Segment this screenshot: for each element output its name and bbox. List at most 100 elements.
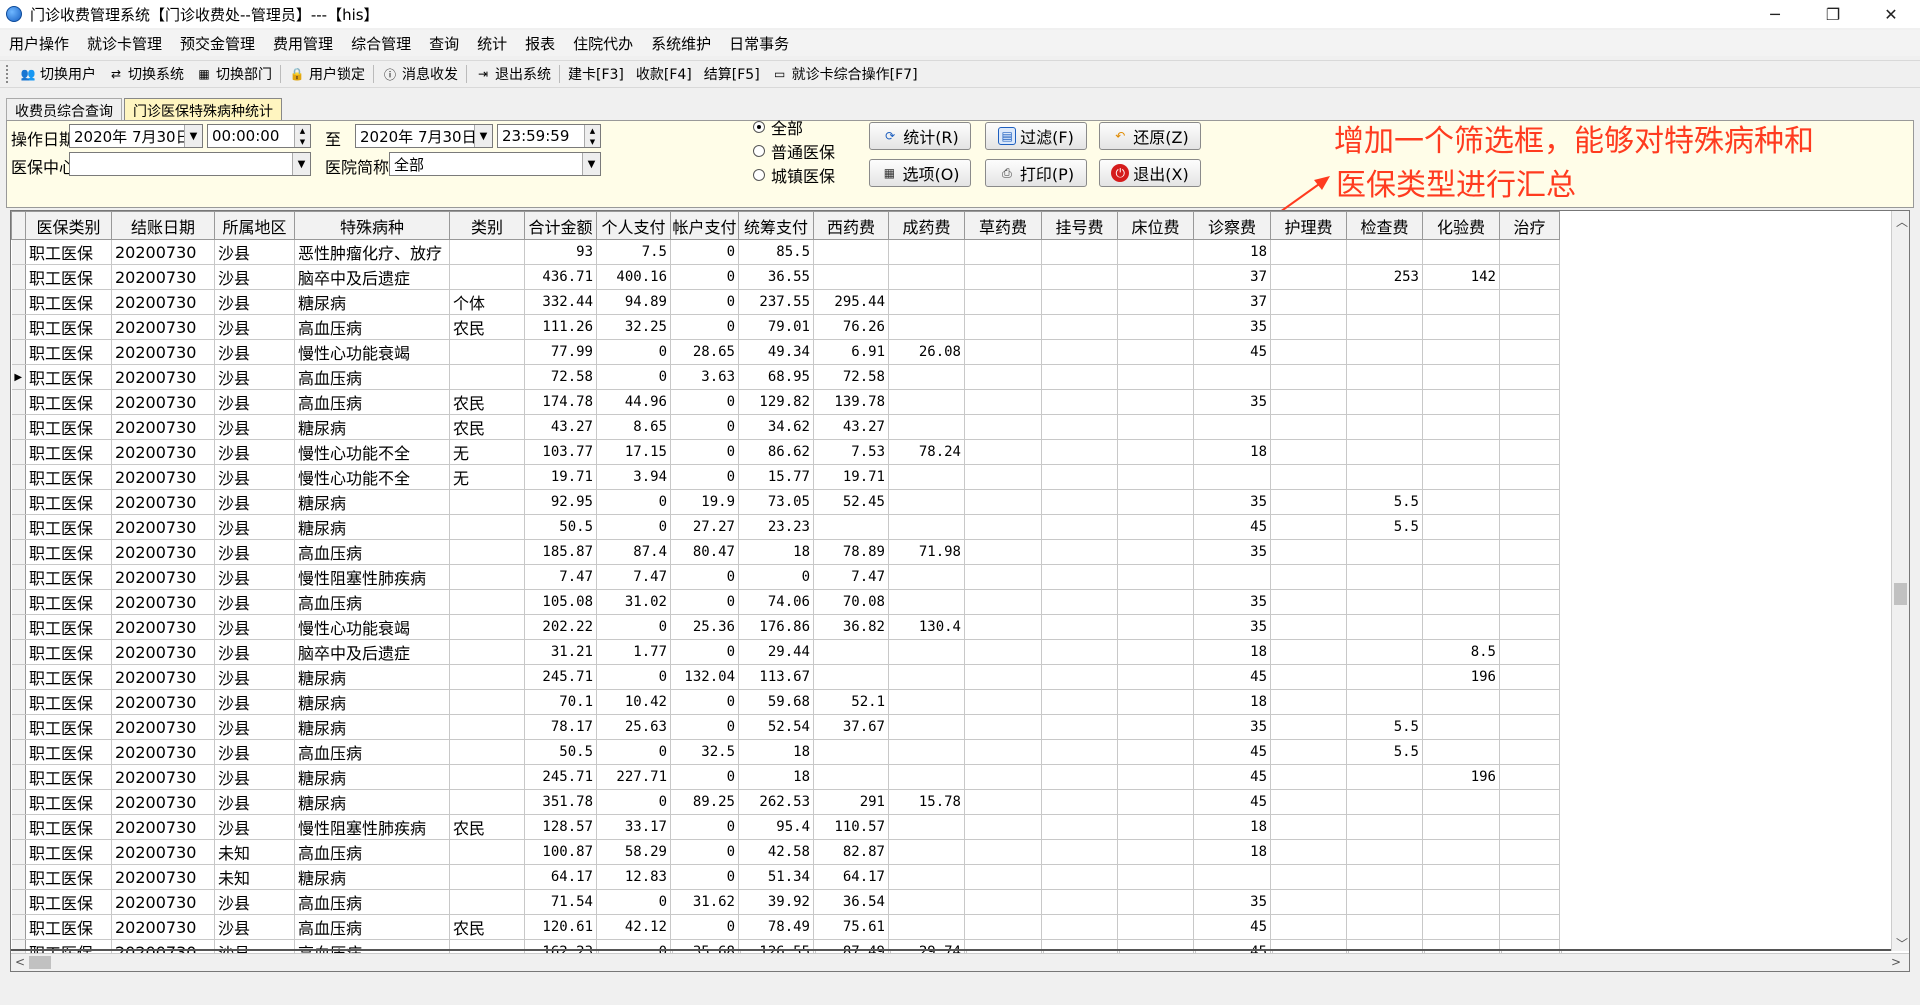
table-cell[interactable]: 82.87 <box>813 839 889 865</box>
table-cell[interactable]: 262.53 <box>738 789 814 815</box>
table-cell[interactable]: 职工医保 <box>25 814 112 840</box>
table-cell[interactable]: 87.4 <box>596 539 671 565</box>
table-cell[interactable]: 33.17 <box>596 814 671 840</box>
table-cell[interactable]: 6.91 <box>813 339 889 365</box>
table-cell[interactable] <box>1041 889 1118 915</box>
minimize-icon[interactable]: ─ <box>1746 0 1804 28</box>
table-cell[interactable]: 37 <box>1193 264 1271 290</box>
table-cell[interactable] <box>449 664 525 690</box>
table-cell[interactable]: 20200730 <box>111 414 215 440</box>
table-cell[interactable]: 职工医保 <box>25 314 112 340</box>
table-cell[interactable]: 78.89 <box>813 539 889 565</box>
table-cell[interactable]: 糖尿病 <box>294 714 450 740</box>
table-cell[interactable] <box>1422 489 1500 515</box>
table-cell[interactable] <box>449 489 525 515</box>
table-cell[interactable]: 未知 <box>214 839 295 865</box>
table-cell[interactable]: 高血压病 <box>294 839 450 865</box>
table-cell[interactable]: 沙县 <box>214 789 295 815</box>
table-cell[interactable]: 10.42 <box>596 689 671 715</box>
table-cell[interactable] <box>1499 339 1560 365</box>
table-row[interactable]: 职工医保 20200730 沙县 糖尿病 245.71 0 132.04 113.67 45 19… <box>11 664 1560 690</box>
table-cell[interactable] <box>964 839 1042 865</box>
table-cell[interactable]: 176.86 <box>738 614 814 640</box>
table-cell[interactable] <box>1117 614 1194 640</box>
table-cell[interactable]: 20200730 <box>111 664 215 690</box>
table-cell[interactable]: 职工医保 <box>25 589 112 615</box>
table-cell[interactable]: 80.47 <box>670 539 739 565</box>
table-cell[interactable]: 196 <box>1422 764 1500 790</box>
table-cell[interactable] <box>1117 589 1194 615</box>
table-cell[interactable]: 86.62 <box>738 439 814 465</box>
table-cell[interactable] <box>1346 639 1423 665</box>
table-cell[interactable]: 7.53 <box>813 439 889 465</box>
table-cell[interactable] <box>1270 589 1347 615</box>
table-cell[interactable]: 农民 <box>449 814 525 840</box>
options-button[interactable]: ▦ 选项(O) <box>869 159 971 187</box>
table-cell[interactable] <box>1193 464 1271 490</box>
row-indicator[interactable] <box>11 264 26 290</box>
table-cell[interactable]: 0 <box>670 589 739 615</box>
table-cell[interactable] <box>964 564 1042 590</box>
column-header-4[interactable]: 类别 <box>449 211 525 240</box>
table-cell[interactable] <box>1270 639 1347 665</box>
center-select[interactable]: ▼ <box>69 152 311 176</box>
column-header-16[interactable]: 检查费 <box>1346 211 1423 240</box>
table-cell[interactable] <box>1499 639 1560 665</box>
table-cell[interactable]: 44.96 <box>596 389 671 415</box>
table-cell[interactable]: 沙县 <box>214 639 295 665</box>
table-cell[interactable]: 36.82 <box>813 614 889 640</box>
table-cell[interactable]: 沙县 <box>214 614 295 640</box>
time-from-spinner[interactable]: 00:00:00 ▲ ▼ <box>207 124 311 148</box>
table-cell[interactable] <box>1346 414 1423 440</box>
radio-normal-insurance[interactable]: 普通医保 <box>753 139 835 163</box>
column-header-2[interactable]: 所属地区 <box>214 211 295 240</box>
table-cell[interactable] <box>449 689 525 715</box>
table-cell[interactable]: 237.55 <box>738 289 814 315</box>
filter-button[interactable]: ▤ 过滤(F) <box>985 122 1087 150</box>
table-cell[interactable]: 5.5 <box>1346 489 1423 515</box>
table-cell[interactable]: 农民 <box>449 389 525 415</box>
table-cell[interactable] <box>813 264 889 290</box>
table-cell[interactable] <box>964 289 1042 315</box>
table-cell[interactable]: 45 <box>1193 789 1271 815</box>
table-cell[interactable]: 111.26 <box>524 314 597 340</box>
column-header-12[interactable]: 挂号费 <box>1041 211 1118 240</box>
menu-item-2[interactable]: 预交金管理 <box>171 33 264 54</box>
table-row[interactable]: 职工医保 20200730 沙县 恶性肿瘤化疗、放疗 93 7.5 0 85.5 18 <box>11 239 1560 265</box>
table-cell[interactable]: 245.71 <box>524 664 597 690</box>
table-cell[interactable]: 沙县 <box>214 389 295 415</box>
table-cell[interactable]: 20200730 <box>111 439 215 465</box>
table-row[interactable]: 职工医保 20200730 沙县 高血压病 农民 120.61 42.12 0 78.49 75.… <box>11 914 1560 940</box>
table-cell[interactable]: 0 <box>596 364 671 390</box>
table-cell[interactable] <box>888 314 965 340</box>
column-header-18[interactable]: 治疗 <box>1499 211 1560 240</box>
table-cell[interactable] <box>1117 814 1194 840</box>
row-indicator[interactable] <box>11 389 26 415</box>
table-cell[interactable] <box>1117 439 1194 465</box>
table-cell[interactable] <box>1270 739 1347 765</box>
table-cell[interactable] <box>1422 589 1500 615</box>
row-indicator[interactable] <box>11 864 26 890</box>
table-cell[interactable]: 沙县 <box>214 289 295 315</box>
table-cell[interactable]: 92.95 <box>524 489 597 515</box>
table-cell[interactable] <box>1422 439 1500 465</box>
row-indicator[interactable] <box>11 739 26 765</box>
table-cell[interactable]: 35 <box>1193 539 1271 565</box>
toolbar-button-0[interactable]: 👥 切换用户 <box>14 62 102 86</box>
table-cell[interactable]: 12.83 <box>596 864 671 890</box>
table-cell[interactable]: 103.77 <box>524 439 597 465</box>
table-cell[interactable] <box>449 564 525 590</box>
menu-item-9[interactable]: 系统维护 <box>642 33 720 54</box>
table-cell[interactable]: 沙县 <box>214 689 295 715</box>
table-cell[interactable]: 52.54 <box>738 714 814 740</box>
table-cell[interactable]: 202.22 <box>524 614 597 640</box>
table-cell[interactable]: 20200730 <box>111 839 215 865</box>
row-indicator[interactable] <box>11 539 26 565</box>
row-indicator[interactable] <box>11 589 26 615</box>
table-cell[interactable] <box>1346 839 1423 865</box>
table-cell[interactable]: 职工医保 <box>25 239 112 265</box>
table-cell[interactable] <box>1041 339 1118 365</box>
table-cell[interactable]: 糖尿病 <box>294 664 450 690</box>
table-cell[interactable]: 无 <box>449 464 525 490</box>
table-cell[interactable]: 32.25 <box>596 314 671 340</box>
